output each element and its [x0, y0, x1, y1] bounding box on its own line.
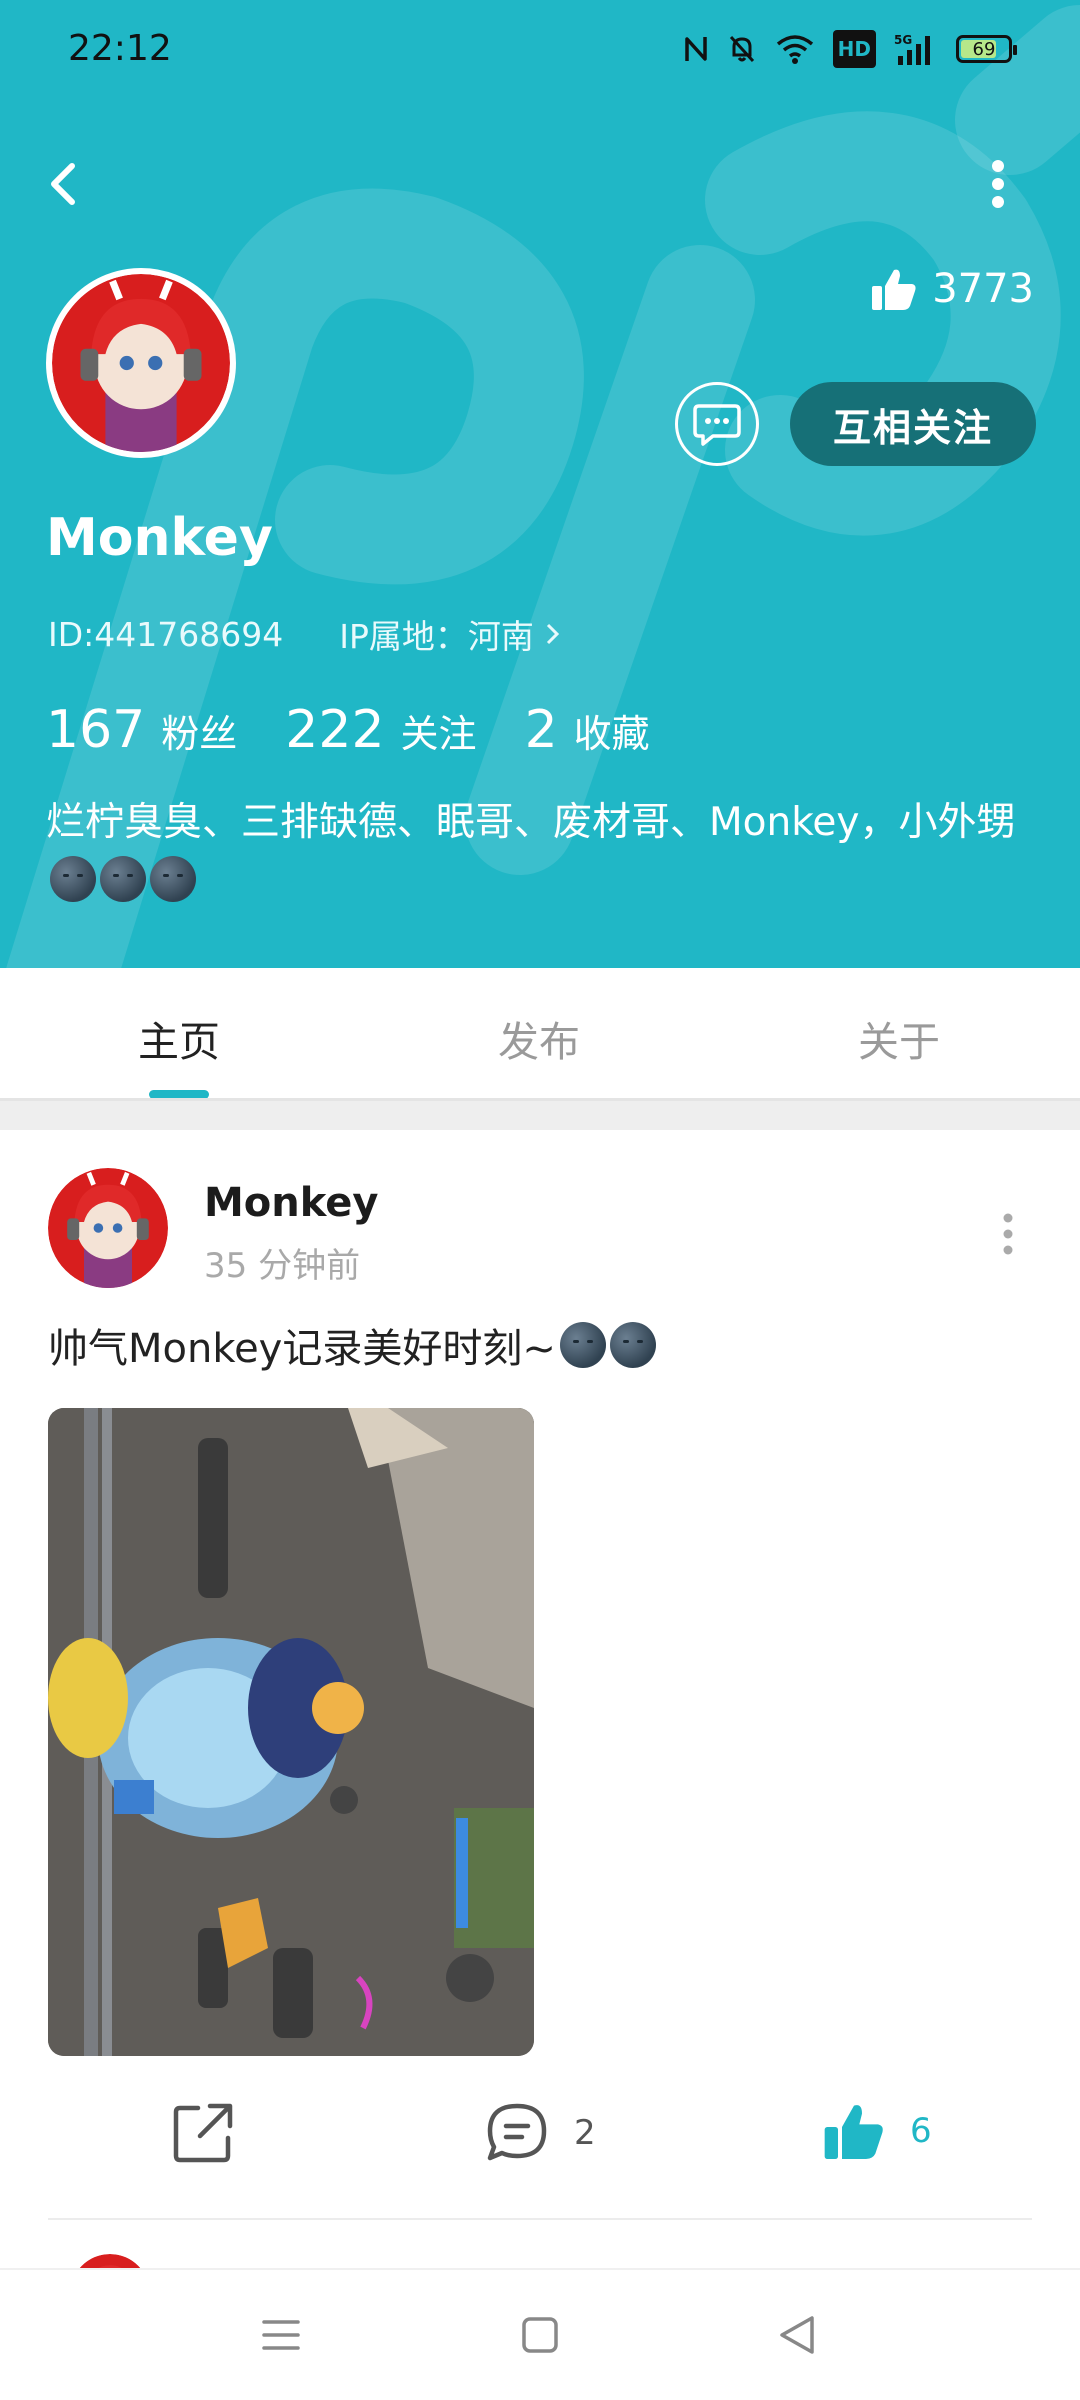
- following-count[interactable]: 222: [285, 700, 384, 760]
- section-separator: [0, 1098, 1080, 1130]
- moon-face-emoji: [100, 855, 146, 902]
- post-more-button[interactable]: [990, 1204, 1026, 1264]
- post-image[interactable]: [48, 1408, 534, 2056]
- comment-button[interactable]: 2: [484, 2100, 596, 2166]
- share-button[interactable]: [170, 2100, 236, 2166]
- battery-level: 69: [972, 38, 996, 60]
- nav-back-button[interactable]: [774, 2310, 824, 2360]
- post-author-avatar[interactable]: [48, 1168, 168, 1288]
- profile-likes: 3773: [870, 266, 1034, 312]
- system-navigation-bar: [0, 2268, 1080, 2400]
- fans-label[interactable]: 粉丝: [161, 703, 237, 758]
- monkey-avatar-image: [52, 274, 230, 452]
- chat-bubble-icon: [693, 404, 741, 446]
- wifi-icon: [775, 30, 815, 68]
- like-button[interactable]: 6: [822, 2100, 932, 2162]
- status-time: 22:12: [68, 28, 172, 69]
- status-bar: 22:12 HD 5G 69: [0, 0, 1080, 100]
- share-icon: [173, 2103, 233, 2163]
- tab-about[interactable]: 关于: [858, 1008, 940, 1068]
- monkey-avatar-image: [48, 1168, 168, 1288]
- post-divider: [48, 2218, 1032, 2220]
- mutual-follow-button[interactable]: 互相关注: [790, 382, 1036, 466]
- network-type: 5G: [894, 33, 912, 47]
- tab-posts[interactable]: 发布: [498, 1008, 580, 1068]
- like-count: 6: [910, 2111, 932, 2151]
- chevron-left-icon: [51, 163, 75, 205]
- comment-count: 2: [574, 2113, 596, 2153]
- post-text-content: 帅气Monkey记录美好时刻~: [48, 1326, 556, 1372]
- moon-face-emoji: [559, 1322, 606, 1368]
- moon-face-emoji: [50, 855, 96, 902]
- more-vertical-icon: [992, 160, 1004, 208]
- triangle-back-icon: [780, 2316, 814, 2354]
- game-screenshot-image: [48, 1408, 534, 2056]
- profile-bio: 烂柠臭臭、三排缺德、眠哥、废材哥、Monkey，小外甥: [46, 796, 1046, 904]
- post-text: 帅气Monkey记录美好时刻~: [48, 1316, 656, 1374]
- back-button[interactable]: [40, 148, 90, 218]
- signal-icon: 5G: [894, 30, 938, 68]
- ip-location[interactable]: IP属地：河南: [339, 610, 562, 658]
- favorites-label[interactable]: 收藏: [574, 703, 650, 758]
- comment-icon: [487, 2103, 547, 2161]
- status-icons: HD 5G 69: [683, 30, 1017, 68]
- nfc-icon: [683, 30, 709, 68]
- nav-home-button[interactable]: [515, 2310, 565, 2360]
- hd-badge: HD: [832, 30, 876, 68]
- profile-tabs: 主页 发布 关于: [0, 968, 1080, 1098]
- post-time: 35 分钟前: [204, 1246, 361, 1286]
- square-home-icon: [522, 2317, 558, 2353]
- nav-menu-button[interactable]: [256, 2310, 306, 2360]
- favorites-count[interactable]: 2: [525, 700, 558, 760]
- mute-bell-icon: [727, 30, 757, 68]
- more-vertical-icon: [1003, 1213, 1013, 1255]
- moon-face-emoji: [150, 855, 196, 902]
- bio-text: 烂柠臭臭、三排缺德、眠哥、废材哥、Monkey，小外甥: [46, 800, 1016, 845]
- battery-icon: 69: [956, 35, 1017, 63]
- thumbs-up-icon: [824, 2105, 883, 2159]
- likes-count: 3773: [932, 266, 1034, 312]
- following-label[interactable]: 关注: [401, 703, 477, 758]
- more-options-button[interactable]: [978, 150, 1018, 220]
- post-author-name[interactable]: Monkey: [204, 1180, 379, 1226]
- tab-home[interactable]: 主页: [138, 1008, 220, 1068]
- profile-name: Monkey: [46, 508, 273, 568]
- chevron-right-icon: [546, 623, 559, 645]
- user-id: ID:441768694: [48, 614, 284, 654]
- message-button[interactable]: [675, 382, 759, 466]
- ip-location-label: IP属地：河南: [339, 617, 534, 656]
- profile-meta: ID:441768694 IP属地：河南: [48, 610, 562, 658]
- profile-stats: 167 粉丝 222 关注 2 收藏: [46, 700, 698, 760]
- menu-icon: [262, 2320, 300, 2350]
- fans-count[interactable]: 167: [46, 700, 145, 760]
- profile-avatar[interactable]: [46, 268, 236, 458]
- moon-face-emoji: [609, 1322, 656, 1368]
- thumbs-up-icon: [872, 269, 916, 310]
